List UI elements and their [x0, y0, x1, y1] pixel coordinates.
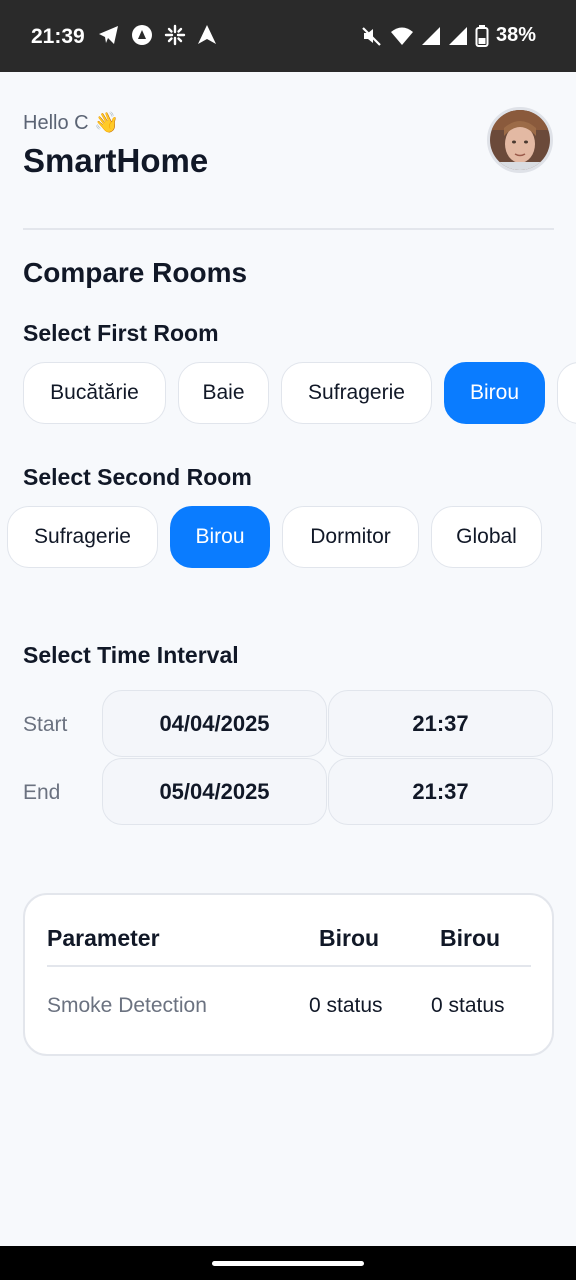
wifi-icon — [390, 26, 414, 46]
second-room-chips: Sufragerie Birou Dormitor Global — [0, 506, 576, 568]
telegram-icon — [98, 25, 120, 45]
chip-second-birou[interactable]: Birou — [170, 506, 270, 568]
table-cell-room-2: 0 status — [431, 994, 505, 1017]
page-title: SmartHome — [23, 142, 209, 179]
end-label: End — [23, 781, 61, 804]
signal-icon — [448, 26, 468, 46]
chip-first-bucatarie[interactable]: Bucătărie — [23, 362, 166, 424]
chip-second-sufragerie[interactable]: Sufragerie — [7, 506, 158, 568]
navigation-bar — [0, 1246, 576, 1280]
signal-icon — [421, 26, 441, 46]
avatar[interactable] — [487, 107, 553, 173]
header-divider — [23, 228, 554, 230]
table-cell-room-1: 0 status — [309, 994, 383, 1017]
table-cell-parameter: Smoke Detection — [47, 994, 207, 1017]
chip-second-global[interactable]: Global — [431, 506, 542, 568]
avatar-photo-icon — [490, 110, 550, 170]
greeting-text: Hello C 👋 — [23, 112, 120, 134]
chip-second-dormitor[interactable]: Dormitor — [282, 506, 419, 568]
end-date-picker[interactable]: 05/04/2025 — [102, 758, 327, 825]
table-divider — [47, 965, 531, 967]
compare-rooms-heading: Compare Rooms — [23, 257, 248, 288]
end-time-picker[interactable]: 21:37 — [328, 758, 553, 825]
table-header-room-1: Birou — [319, 925, 380, 951]
app-icon — [131, 24, 153, 46]
status-icons-left — [98, 24, 217, 46]
home-gesture-handle[interactable] — [212, 1261, 364, 1266]
status-time: 21:39 — [31, 25, 85, 48]
start-time-picker[interactable]: 21:37 — [328, 690, 553, 757]
chip-first-baie[interactable]: Baie — [178, 362, 269, 424]
chip-first-sufragerie[interactable]: Sufragerie — [281, 362, 432, 424]
start-label: Start — [23, 713, 68, 736]
battery-percent: 38% — [495, 24, 536, 46]
first-room-chips: Bucătărie Baie Sufragerie Birou — [0, 362, 576, 424]
sparkle-icon — [164, 24, 186, 46]
battery-icon — [475, 24, 489, 47]
comparison-table: Parameter Birou Birou Smoke Detection 0 … — [23, 893, 554, 1056]
first-room-label: Select First Room — [23, 320, 219, 346]
chip-first-birou[interactable]: Birou — [444, 362, 545, 424]
mute-icon — [361, 25, 383, 47]
navigation-icon — [197, 24, 217, 46]
table-header-room-2: Birou — [440, 925, 501, 951]
table-header-parameter: Parameter — [47, 925, 160, 951]
time-interval-heading: Select Time Interval — [23, 642, 239, 668]
status-icons-right: 38% — [361, 24, 536, 47]
status-bar: 21:39 38% — [0, 0, 576, 72]
chip-first-partial[interactable] — [557, 362, 576, 424]
second-room-label: Select Second Room — [23, 464, 252, 490]
start-date-picker[interactable]: 04/04/2025 — [102, 690, 327, 757]
